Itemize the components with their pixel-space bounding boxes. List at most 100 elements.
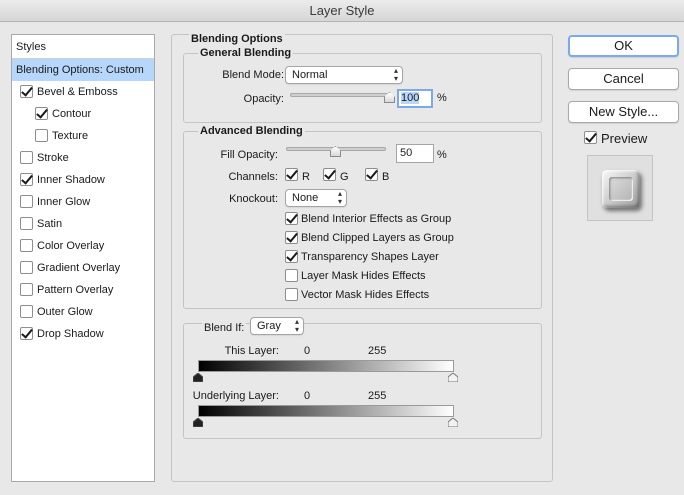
style-item-bevel-emboss[interactable]: Bevel & Emboss (12, 81, 154, 103)
option-transparency-shapes-layer-label[interactable]: Transparency Shapes Layer (301, 251, 439, 263)
knockout-value: None (292, 192, 319, 204)
style-item-pattern-overlay[interactable]: Pattern Overlay (12, 279, 154, 301)
style-item-contour[interactable]: Contour (12, 103, 154, 125)
style-item-checkbox[interactable] (20, 85, 33, 98)
this-layer-black-thumb[interactable] (193, 373, 203, 382)
style-item-checkbox[interactable] (35, 107, 48, 120)
preview-label[interactable]: Preview (601, 131, 647, 146)
blend-if-label: Blend If: (202, 322, 247, 334)
style-item-checkbox[interactable] (35, 129, 48, 142)
channels-label: Channels: (228, 171, 278, 183)
channel-r-label: R (302, 171, 310, 183)
advanced-blending-title: Advanced Blending (198, 125, 305, 137)
option-blend-clipped-layers-as-group-checkbox[interactable] (285, 231, 298, 244)
blending-options-panel: Blending Options General Blending Blend … (171, 33, 553, 482)
underlying-layer-black-thumb[interactable] (193, 418, 203, 427)
window-title: Layer Style (0, 0, 684, 22)
preview-swatch (602, 170, 640, 208)
option-layer-mask-hides-effects-label[interactable]: Layer Mask Hides Effects (301, 270, 426, 282)
knockout-select[interactable]: None ▴ ▾ (285, 189, 347, 207)
channel-b-checkbox[interactable] (365, 168, 378, 181)
style-item-color-overlay[interactable]: Color Overlay (12, 235, 154, 257)
opacity-input[interactable]: 100 (397, 89, 433, 108)
style-item-checkbox[interactable] (20, 261, 33, 274)
channel-g-checkbox[interactable] (323, 168, 336, 181)
option-vector-mask-hides-effects-label[interactable]: Vector Mask Hides Effects (301, 289, 429, 301)
underlying-layer-low-value: 0 (304, 390, 311, 402)
style-item-checkbox[interactable] (20, 173, 33, 186)
chevron-updown-icon: ▴ ▾ (337, 189, 342, 206)
fill-opacity-unit: % (437, 149, 447, 161)
option-layer-mask-hides-effects-checkbox[interactable] (285, 269, 298, 282)
style-item-outer-glow[interactable]: Outer Glow (12, 301, 154, 323)
style-item-checkbox[interactable] (20, 327, 33, 340)
underlying-layer-label: Underlying Layer: (192, 390, 279, 402)
style-item-label: Inner Glow (37, 196, 91, 208)
opacity-slider-track[interactable] (290, 93, 390, 97)
style-item-satin[interactable]: Satin (12, 213, 154, 235)
style-item-inner-glow[interactable]: Inner Glow (12, 191, 154, 213)
option-blend-interior-effects-as-group-checkbox[interactable] (285, 212, 298, 225)
style-item-label: Pattern Overlay (37, 284, 114, 296)
channel-g-label: G (340, 171, 349, 183)
opacity-unit: % (437, 92, 447, 104)
styles-list: Styles Blending Options: Custom Bevel & E… (11, 34, 155, 482)
channel-r-checkbox[interactable] (285, 168, 298, 181)
style-item-gradient-overlay[interactable]: Gradient Overlay (12, 257, 154, 279)
style-item-label: Color Overlay (37, 240, 105, 252)
style-item-drop-shadow[interactable]: Drop Shadow (12, 323, 154, 345)
style-item-checkbox[interactable] (20, 151, 33, 164)
style-item-label: Inner Shadow (37, 174, 105, 186)
style-item-label: Gradient Overlay (37, 262, 121, 274)
advanced-blending-group: Advanced Blending Fill Opacity: 50 % Cha… (183, 125, 542, 309)
styles-list-header[interactable]: Styles (12, 35, 154, 59)
blend-mode-select[interactable]: Normal ▴ ▾ (285, 66, 403, 84)
option-blend-clipped-layers-as-group-label[interactable]: Blend Clipped Layers as Group (301, 232, 454, 244)
style-item-label: Drop Shadow (37, 328, 104, 340)
new-style-button[interactable]: New Style... (568, 101, 679, 123)
style-item-checkbox[interactable] (20, 217, 33, 230)
this-layer-high-value: 255 (368, 345, 387, 357)
this-layer-label: This Layer: (224, 345, 279, 357)
option-transparency-shapes-layer-checkbox[interactable] (285, 250, 298, 263)
chevron-updown-icon: ▴ ▾ (393, 66, 398, 83)
fill-opacity-input[interactable]: 50 (396, 144, 434, 163)
preview-thumbnail (587, 155, 653, 221)
style-item-checkbox[interactable] (20, 195, 33, 208)
style-item-inner-shadow[interactable]: Inner Shadow (12, 169, 154, 191)
channel-b-label: B (382, 171, 390, 183)
blend-if-value: Gray (257, 320, 281, 332)
opacity-label: Opacity: (243, 93, 284, 105)
general-blending-group: General Blending Blend Mode: Normal ▴ ▾ O… (183, 47, 542, 123)
underlying-layer-gradient-bar (198, 405, 454, 417)
option-vector-mask-hides-effects-checkbox[interactable] (285, 288, 298, 301)
option-blend-interior-effects-as-group-label[interactable]: Blend Interior Effects as Group (301, 213, 451, 225)
blend-if-select[interactable]: Gray ▴ ▾ (250, 317, 304, 335)
blend-mode-label: Blend Mode: (222, 69, 284, 81)
style-item-checkbox[interactable] (20, 283, 33, 296)
style-item-label: Satin (37, 218, 63, 230)
style-item-blending-options-custom[interactable]: Blending Options: Custom (12, 59, 154, 81)
underlying-layer-high-value: 255 (368, 390, 387, 402)
style-item-stroke[interactable]: Stroke (12, 147, 154, 169)
preview-checkbox[interactable] (584, 131, 597, 144)
this-layer-low-value: 0 (304, 345, 311, 357)
chevron-updown-icon: ▴ ▾ (294, 317, 299, 334)
style-item-label: Blending Options: Custom (16, 64, 144, 76)
fill-opacity-label: Fill Opacity: (220, 149, 278, 161)
general-blending-title: General Blending (198, 47, 294, 59)
underlying-layer-white-thumb[interactable] (448, 418, 458, 427)
style-item-label: Texture (52, 130, 89, 142)
blending-options-title: Blending Options (189, 33, 285, 45)
style-item-label: Stroke (37, 152, 69, 164)
style-item-checkbox[interactable] (20, 305, 33, 318)
style-item-label: Bevel & Emboss (37, 86, 118, 98)
style-item-label: Outer Glow (37, 306, 93, 318)
ok-button[interactable]: OK (568, 35, 679, 57)
this-layer-white-thumb[interactable] (448, 373, 458, 382)
style-item-texture[interactable]: Texture (12, 125, 154, 147)
cancel-button[interactable]: Cancel (568, 68, 679, 90)
knockout-label: Knockout: (229, 193, 278, 205)
style-item-checkbox[interactable] (20, 239, 33, 252)
style-item-label: Contour (52, 108, 92, 120)
